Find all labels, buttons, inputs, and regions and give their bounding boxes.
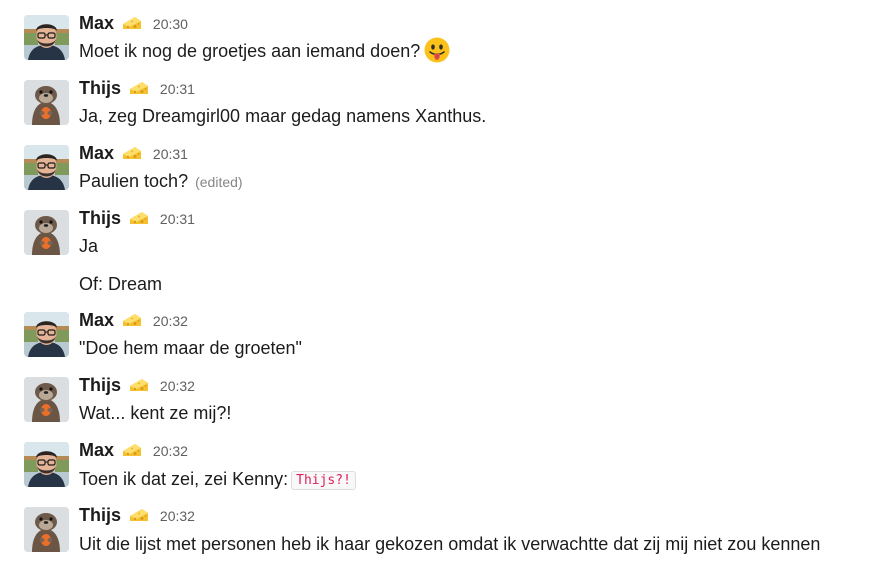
avatar-thijs[interactable] (24, 210, 69, 255)
message-body: Paulien toch? (edited) (79, 168, 243, 195)
sender-name[interactable]: Thijs (79, 78, 121, 98)
sender-name[interactable]: Thijs (79, 505, 121, 525)
cheese-icon (129, 377, 149, 393)
sender-name[interactable]: Thijs (79, 208, 121, 228)
timestamp[interactable]: 20:30 (153, 16, 188, 32)
timestamp[interactable]: 20:31 (153, 146, 188, 162)
avatar-thijs[interactable] (24, 377, 69, 422)
sender-name[interactable]: Max (79, 143, 114, 163)
avatar-max[interactable] (24, 312, 69, 357)
cheese-icon (122, 15, 142, 31)
avatar-max[interactable] (24, 15, 69, 60)
cheese-icon (122, 442, 142, 458)
inline-code: Thijs?! (291, 471, 356, 490)
timestamp[interactable]: 20:31 (160, 211, 195, 227)
stuck-out-tongue-emoji-icon (424, 37, 450, 63)
avatar-thijs[interactable] (24, 80, 69, 125)
message-text: Uit die lijst met personen heb ik haar g… (79, 534, 821, 554)
timestamp[interactable]: 20:32 (160, 508, 195, 524)
sender-name[interactable]: Max (79, 310, 114, 330)
sender-name[interactable]: Max (79, 440, 114, 460)
sender-name[interactable]: Max (79, 13, 114, 33)
continuation-message-text: Of: Dream (79, 274, 163, 294)
timestamp[interactable]: 20:32 (160, 378, 195, 394)
message-body: Moet ik nog de groetjes aan iemand doen? (79, 38, 450, 65)
message-text: Ja (79, 236, 99, 256)
message-body: Toen ik dat zei, zei Kenny: Thijs?! (79, 466, 356, 494)
cheese-icon (129, 80, 149, 96)
message-text: Wat... kent ze mij?! (79, 403, 232, 423)
avatar-max[interactable] (24, 442, 69, 487)
message-text: "Doe hem maar de groeten" (79, 338, 302, 358)
cheese-icon (129, 507, 149, 523)
cheese-icon (122, 145, 142, 161)
cheese-icon (122, 312, 142, 328)
message-text: Moet ik nog de groetjes aan iemand doen? (79, 41, 421, 61)
message-text: Paulien toch? (79, 171, 189, 191)
avatar-max[interactable] (24, 145, 69, 190)
message-text: Toen ik dat zei, zei Kenny: (79, 469, 289, 489)
timestamp[interactable]: 20:32 (153, 313, 188, 329)
sender-name[interactable]: Thijs (79, 375, 121, 395)
avatar-thijs[interactable] (24, 507, 69, 552)
timestamp[interactable]: 20:31 (160, 81, 195, 97)
timestamp[interactable]: 20:32 (153, 443, 188, 459)
message-text: Ja, zeg Dreamgirl00 maar gedag namens Xa… (79, 106, 487, 126)
edited-label: (edited) (195, 174, 243, 190)
cheese-icon (129, 210, 149, 226)
